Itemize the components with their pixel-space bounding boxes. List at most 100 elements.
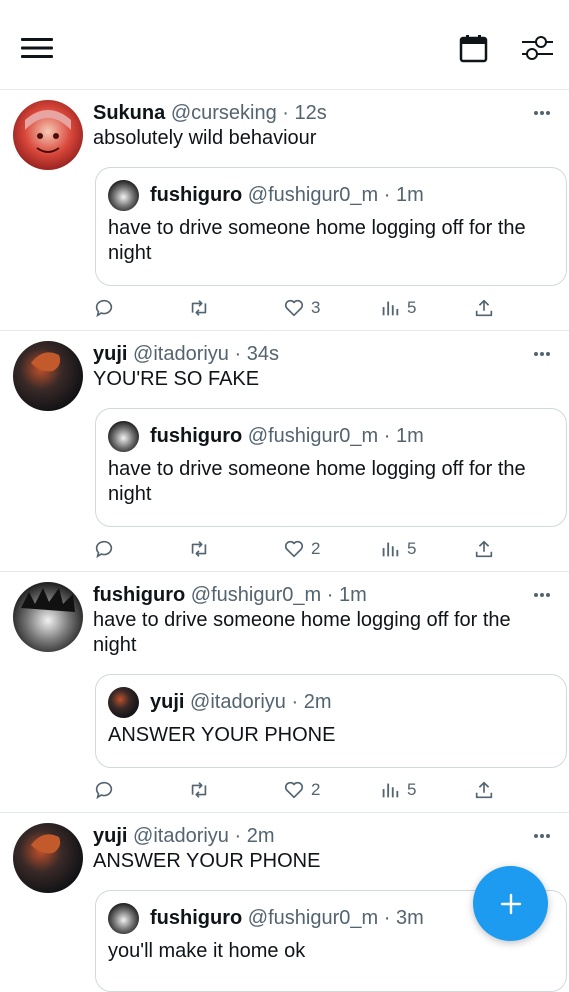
heart-icon [284, 299, 304, 317]
views-button[interactable]: 5 [379, 778, 416, 802]
share-button[interactable] [473, 537, 495, 561]
heart-icon [284, 540, 304, 558]
like-count: 3 [311, 298, 321, 317]
handle[interactable]: @itadoriyu [133, 343, 229, 365]
quote-text: have to drive someone home logging off f… [108, 458, 526, 505]
quote-tweet[interactable]: fushiguro @fushigur0_m · 1m have to driv… [95, 167, 567, 286]
separator-dot: · [383, 425, 391, 447]
display-name[interactable]: yuji [93, 343, 127, 365]
quote-text: ANSWER YOUR PHONE [108, 724, 336, 746]
separator-dot: · [326, 584, 334, 606]
quote-handle: @fushigur0_m [247, 907, 379, 929]
tweet[interactable]: Sukuna @curseking · 12s absolutely wild … [0, 90, 569, 331]
quote-avatar [108, 180, 139, 211]
timestamp[interactable]: 2m [247, 825, 275, 847]
quote-text: you'll make it home ok [108, 940, 306, 962]
like-count: 2 [311, 780, 321, 799]
view-count: 5 [407, 539, 417, 558]
display-name[interactable]: fushiguro [93, 584, 185, 606]
quote-timestamp: 1m [395, 425, 424, 447]
display-name[interactable]: yuji [93, 825, 127, 847]
compose-button[interactable] [473, 866, 548, 941]
retweet-button[interactable] [188, 778, 216, 802]
quote-timestamp: 2m [303, 691, 332, 713]
timestamp[interactable]: 34s [247, 343, 279, 365]
separator-dot: · [234, 343, 242, 365]
tweet-actions: 2 5 [93, 778, 513, 802]
quote-header: fushiguro @fushigur0_m · 1m [150, 424, 424, 448]
retweet-button[interactable] [188, 537, 216, 561]
tweet-text: absolutely wild behaviour [93, 127, 317, 149]
views-icon [382, 783, 399, 798]
reply-icon [95, 540, 113, 559]
retweet-icon [191, 782, 207, 798]
tweet-text: have to drive someone home logging off f… [93, 609, 511, 656]
quote-display-name: fushiguro [150, 425, 243, 447]
reply-button[interactable] [93, 296, 121, 320]
tweet-actions: 2 5 [93, 537, 513, 561]
handle[interactable]: @curseking [171, 102, 277, 124]
share-button[interactable] [473, 296, 495, 320]
separator-dot: · [291, 691, 299, 713]
quote-header: yuji @itadoriyu · 2m [150, 690, 332, 714]
avatar[interactable] [13, 823, 83, 893]
more-options-icon[interactable] [533, 351, 551, 357]
quote-timestamp: 3m [395, 907, 424, 929]
reply-button[interactable] [93, 537, 121, 561]
handle[interactable]: @fushigur0_m [191, 584, 321, 606]
retweet-button[interactable] [188, 296, 216, 320]
tweet-actions: 3 5 [93, 296, 513, 320]
quote-avatar [108, 687, 139, 718]
reply-button[interactable] [93, 778, 121, 802]
share-icon [475, 540, 493, 558]
more-options-icon[interactable] [533, 592, 551, 598]
quote-avatar [108, 903, 139, 934]
tweet[interactable]: fushiguro @fushigur0_m · 1m have to driv… [0, 572, 569, 813]
filter-icon[interactable] [521, 34, 553, 62]
tweet-text: YOU'RE SO FAKE [93, 368, 260, 390]
more-options-icon[interactable] [533, 833, 551, 839]
display-name[interactable]: Sukuna [93, 102, 165, 124]
quote-timestamp: 1m [395, 184, 424, 206]
menu-icon[interactable] [21, 36, 53, 60]
separator-dot: · [383, 907, 391, 929]
tweet-header: fushiguro @fushigur0_m · 1m [93, 583, 367, 607]
like-button[interactable]: 2 [283, 537, 320, 561]
tweet[interactable]: yuji @itadoriyu · 34s YOU'RE SO FAKE fus… [0, 331, 569, 572]
tweet-header: yuji @itadoriyu · 34s [93, 342, 279, 366]
avatar[interactable] [13, 100, 83, 170]
plus-icon [500, 893, 521, 914]
quote-display-name: fushiguro [150, 184, 243, 206]
quote-display-name: yuji [150, 691, 185, 713]
quote-tweet[interactable]: fushiguro @fushigur0_m · 1m have to driv… [95, 408, 567, 527]
like-button[interactable]: 3 [283, 296, 320, 320]
handle[interactable]: @itadoriyu [133, 825, 229, 847]
separator-dot: · [383, 184, 391, 206]
quote-display-name: fushiguro [150, 907, 243, 929]
retweet-icon [191, 300, 207, 316]
quote-text: have to drive someone home logging off f… [108, 217, 526, 264]
reply-icon [95, 299, 113, 318]
views-button[interactable]: 5 [379, 537, 416, 561]
reply-icon [95, 781, 113, 800]
views-button[interactable]: 5 [379, 296, 416, 320]
separator-dot: · [234, 825, 242, 847]
share-icon [475, 299, 493, 317]
separator-dot: · [282, 102, 289, 124]
tweet-text: ANSWER YOUR PHONE [93, 850, 321, 872]
view-count: 5 [407, 298, 417, 317]
timestamp[interactable]: 1m [339, 584, 367, 606]
avatar[interactable] [13, 341, 83, 411]
view-count: 5 [407, 780, 417, 799]
heart-icon [284, 781, 304, 799]
like-button[interactable]: 2 [283, 778, 320, 802]
tweet-header: yuji @itadoriyu · 2m [93, 824, 275, 848]
share-button[interactable] [473, 778, 495, 802]
calendar-icon[interactable] [459, 34, 488, 63]
more-options-icon[interactable] [533, 110, 551, 116]
timestamp[interactable]: 12s [295, 102, 327, 124]
quote-tweet[interactable]: yuji @itadoriyu · 2m ANSWER YOUR PHONE [95, 674, 567, 768]
avatar[interactable] [13, 582, 83, 652]
quote-header: fushiguro @fushigur0_m · 3m [150, 906, 424, 930]
share-icon [475, 781, 493, 799]
